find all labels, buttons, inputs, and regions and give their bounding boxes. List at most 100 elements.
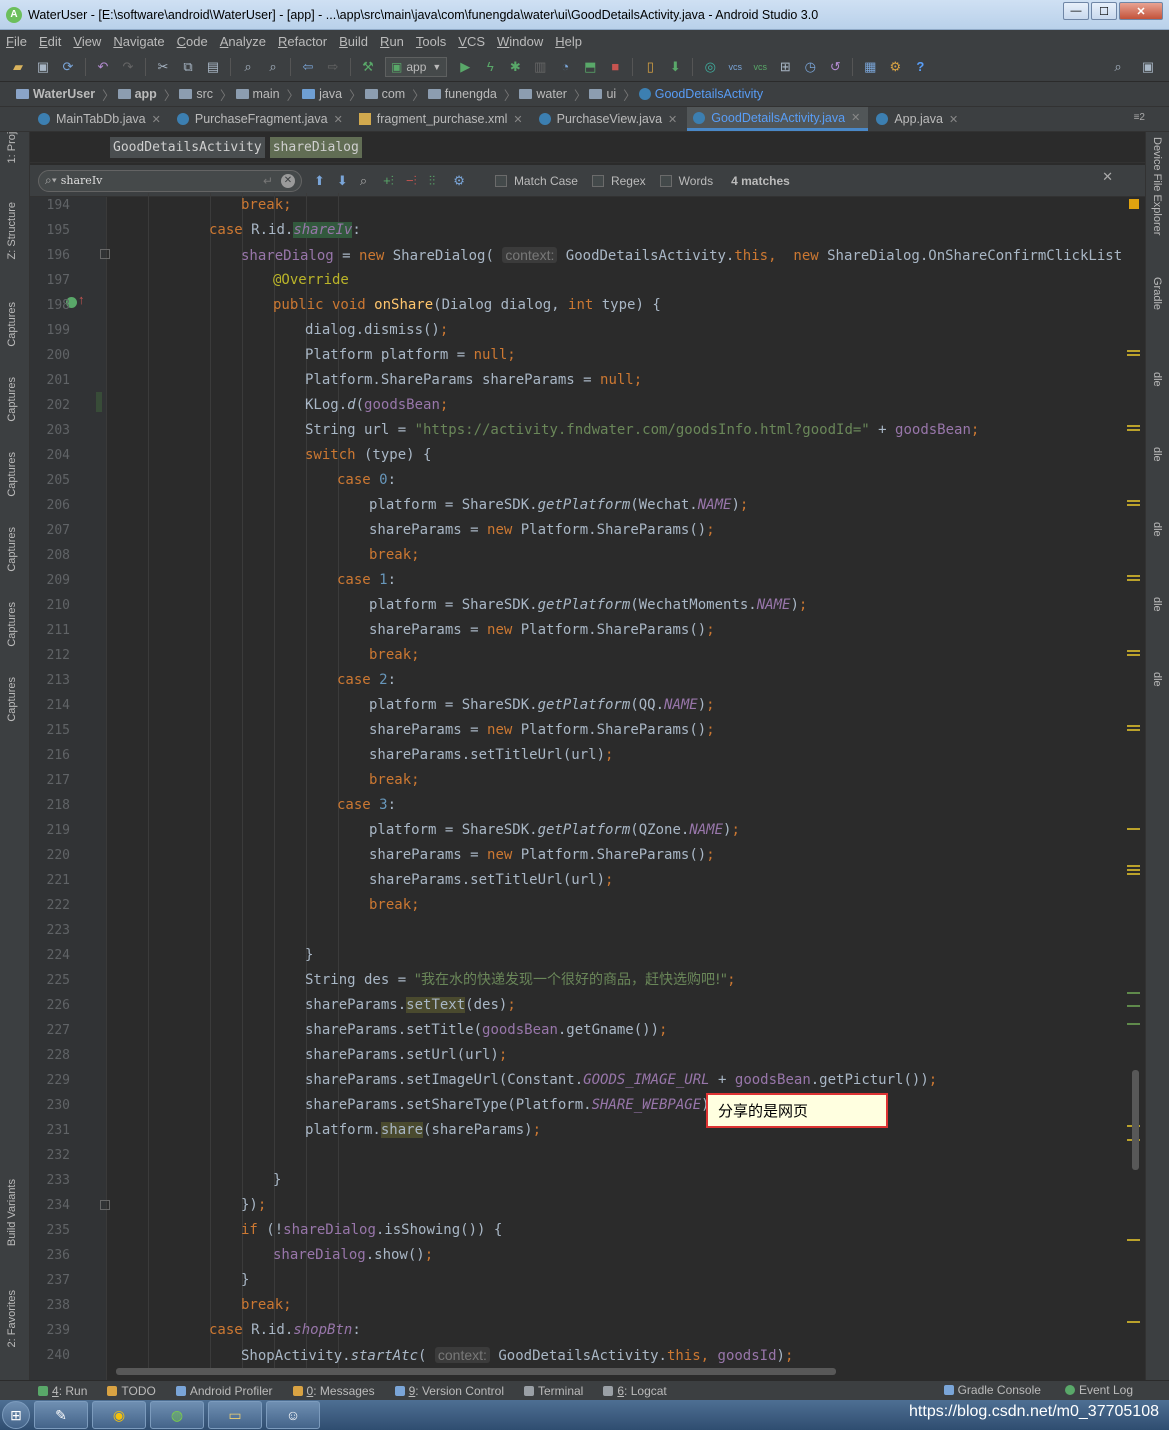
logcat-tool-button[interactable]: 6: Logcat [603,1384,667,1398]
event-log-tool-button[interactable]: Event Log [1064,1383,1133,1397]
run-tool-button[interactable]: 4: Run [38,1384,87,1398]
help-icon[interactable]: ? [912,59,928,75]
warning-marker[interactable] [1127,865,1140,867]
warning-marker[interactable] [1127,1239,1140,1241]
vcs-marker[interactable] [1127,992,1140,994]
structure-tool-button[interactable]: Z: Structure [6,202,18,259]
override-arrow-icon[interactable]: ↑ [78,292,85,307]
profile-icon[interactable]: ◔ [557,59,573,75]
gradle-tool-button[interactable]: dle [1151,447,1163,462]
remove-selection-icon[interactable]: −⫶ [406,173,417,189]
menu-file[interactable]: File [6,34,27,49]
next-occurrence-icon[interactable]: ⬇ [337,173,348,189]
cut-icon[interactable]: ✂ [155,59,171,75]
vcs-revert-icon[interactable]: ↺ [827,59,843,75]
android-profiler-tool-button[interactable]: Android Profiler [175,1384,273,1398]
vertical-scrollbar[interactable] [1132,1070,1139,1170]
avatar-icon[interactable]: ☺ [266,1401,320,1429]
code-editor[interactable]: break; case R.id.shareIv: shareDialog = … [108,193,1123,1373]
close-button[interactable]: ✕ [1119,2,1163,20]
gradle-tool-button[interactable]: Gradle [1151,277,1163,310]
gradle-console-tool-button[interactable]: Gradle Console [943,1383,1041,1397]
menu-navigate[interactable]: Navigate [113,34,164,49]
captures-tool-button[interactable]: Captures [6,377,18,422]
gradle-tool-button[interactable]: dle [1151,522,1163,537]
menu-analyze[interactable]: Analyze [220,34,266,49]
captures-tool-button[interactable]: Captures [6,527,18,572]
breadcrumb-item[interactable]: WaterUser [16,87,95,101]
tab-fragment-purchase-xml[interactable]: fragment_purchase.xml ✕ [353,107,531,131]
open-folder-icon[interactable]: ▰ [10,59,26,75]
terminal-tool-button[interactable]: Terminal [524,1384,583,1398]
ide-settings-icon[interactable]: ▣ [1140,59,1156,75]
version-control-tool-button[interactable]: 9: Version Control [394,1384,504,1398]
gradle-tool-button[interactable]: dle [1151,672,1163,687]
menu-build[interactable]: Build [339,34,368,49]
warning-marker[interactable] [1127,725,1140,727]
captures-tool-button[interactable]: Captures [6,602,18,647]
wechat-icon[interactable]: ◍ [150,1401,204,1429]
gradle-sync-icon[interactable]: ◎ [702,59,718,75]
tab-maintabdb[interactable]: MainTabDb.java ✕ [32,107,169,131]
breadcrumb-item[interactable]: main [235,87,280,101]
warning-marker[interactable] [1127,429,1140,431]
filter-settings-icon[interactable]: ⚙ [453,173,465,189]
todo-tool-button[interactable]: TODO [107,1384,156,1398]
avd-manager-icon[interactable]: ▯ [642,59,658,75]
vcs-update-icon[interactable]: vcs [727,59,743,75]
find-icon[interactable]: ⌕ [240,59,256,75]
breadcrumb-item[interactable]: GoodDetailsActivity [638,87,763,101]
close-tab-icon[interactable]: ✕ [949,113,958,126]
match-case-checkbox[interactable]: Match Case [494,174,578,188]
vcs-marker[interactable] [1127,1005,1140,1007]
warning-marker[interactable] [1127,500,1140,502]
close-tab-icon[interactable]: ✕ [851,111,860,124]
newline-icon[interactable]: ↵ [263,174,273,188]
device-file-explorer-tool-button[interactable]: Device File Explorer [1151,137,1163,235]
add-selection-icon[interactable]: +⫶ [383,173,394,189]
regex-checkbox[interactable]: Regex [591,174,646,188]
vcs-history-icon[interactable]: ◷ [802,59,818,75]
find-all-icon[interactable]: ⌕ [360,173,367,189]
tab-overflow-button[interactable]: ≡2 [1134,112,1145,123]
forward-icon[interactable]: ⇨ [325,59,341,75]
menu-window[interactable]: Window [497,34,543,49]
editor-app-icon[interactable]: ✎ [34,1401,88,1429]
maximize-button[interactable]: ☐ [1091,2,1117,20]
attach-debugger-icon[interactable]: ⬒ [582,59,598,75]
build-variants-tool-button[interactable]: Build Variants [6,1179,18,1246]
menu-help[interactable]: Help [555,34,582,49]
warning-marker[interactable] [1127,828,1140,830]
messages-tool-button[interactable]: 0: Messages [292,1384,375,1398]
horizontal-scrollbar[interactable] [116,1368,836,1375]
replace-icon[interactable]: ⌕ [265,59,281,75]
tab-purchasefragment[interactable]: PurchaseFragment.java ✕ [171,107,351,131]
tab-gooddetailsactivity[interactable]: GoodDetailsActivity.java ✕ [687,107,869,131]
minimize-button[interactable]: — [1063,2,1089,20]
save-all-icon[interactable]: ▣ [35,59,51,75]
menu-view[interactable]: View [73,34,101,49]
close-tab-icon[interactable]: ✕ [334,113,343,126]
tab-app[interactable]: App.java ✕ [870,107,966,131]
gradle-tool-button[interactable]: dle [1151,372,1163,387]
apply-changes-icon[interactable]: ϟ [482,59,498,75]
vcs-marker[interactable] [1127,1023,1140,1025]
copy-icon[interactable]: ⧉ [180,59,196,75]
close-tab-icon[interactable]: ✕ [152,113,161,126]
warning-marker[interactable] [1127,873,1140,875]
captures-tool-button[interactable]: Captures [6,452,18,497]
chrome-icon[interactable]: ◉ [92,1401,146,1429]
redo-icon[interactable]: ↷ [120,59,136,75]
warning-marker[interactable] [1127,1321,1140,1323]
file-explorer-icon[interactable]: ▭ [208,1401,262,1429]
coverage-icon[interactable]: ▥ [532,59,548,75]
project-structure-icon[interactable]: ▦ [862,59,878,75]
inspection-status-icon[interactable] [1129,199,1139,209]
run-configuration-select[interactable]: ▣ app ▼ [385,56,448,77]
captures-tool-button[interactable]: Captures [6,302,18,347]
make-project-icon[interactable]: ⚒ [360,59,376,75]
warning-marker[interactable] [1127,575,1140,577]
words-checkbox[interactable]: Words [659,174,713,188]
vcs-commit-icon[interactable]: vcs [752,59,768,75]
device-monitor-icon[interactable]: ⚙ [887,59,903,75]
